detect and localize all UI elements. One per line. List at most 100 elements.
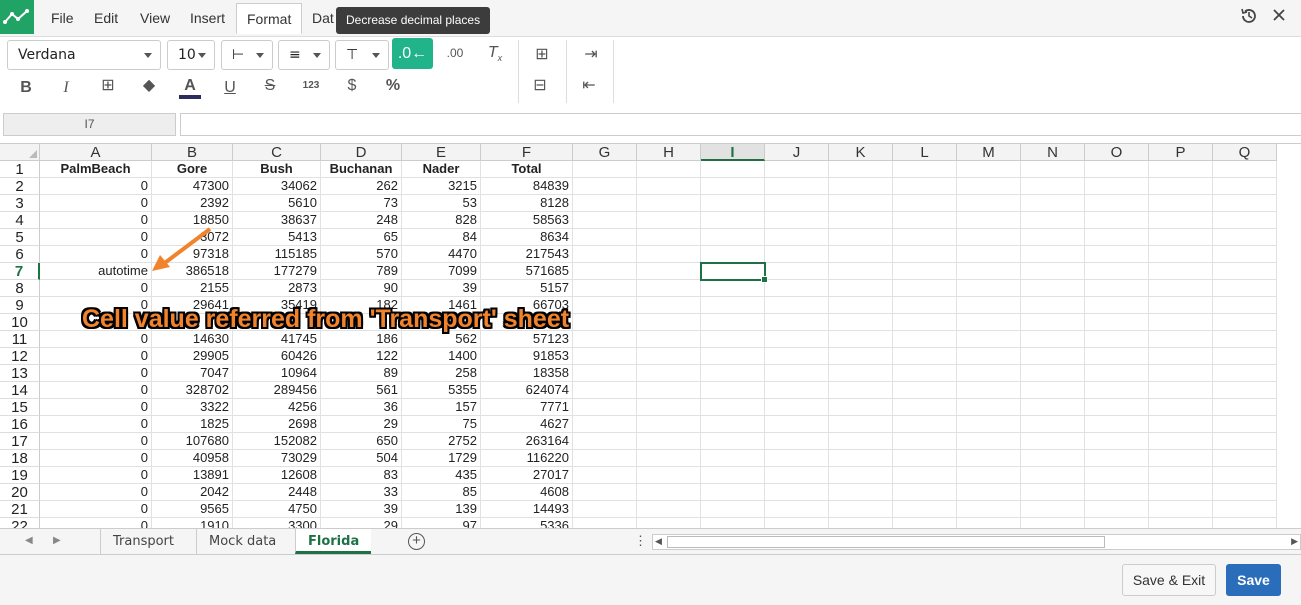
table-cell[interactable] (957, 331, 1021, 348)
vertical-align-select[interactable]: ⊤ (335, 40, 389, 70)
table-cell[interactable]: 38637 (233, 212, 321, 229)
table-cell[interactable] (637, 178, 701, 195)
table-cell[interactable]: 65 (321, 229, 402, 246)
table-cell[interactable] (1149, 280, 1213, 297)
history-icon[interactable] (1239, 7, 1259, 27)
table-cell[interactable]: 5157 (481, 280, 573, 297)
table-cell[interactable] (573, 416, 637, 433)
table-cell[interactable]: 0 (40, 450, 152, 467)
prev-sheet-icon[interactable]: ◀ (25, 535, 33, 546)
save-button[interactable]: Save (1226, 564, 1281, 596)
table-cell[interactable] (701, 467, 765, 484)
table-cell[interactable]: 263164 (481, 433, 573, 450)
bold-button[interactable]: B (11, 74, 41, 102)
table-cell[interactable] (1085, 382, 1149, 399)
table-cell[interactable] (1085, 280, 1149, 297)
borders-button[interactable]: ⊞ (93, 72, 123, 100)
row-header[interactable]: 4 (0, 212, 40, 229)
column-header[interactable]: Q (1213, 144, 1277, 161)
table-cell[interactable] (637, 501, 701, 518)
table-cell[interactable] (701, 382, 765, 399)
table-cell[interactable] (765, 501, 829, 518)
table-cell[interactable] (957, 263, 1021, 280)
table-cell[interactable] (573, 297, 637, 314)
table-cell[interactable] (893, 467, 957, 484)
table-cell[interactable] (1021, 297, 1085, 314)
table-cell[interactable] (893, 161, 957, 178)
table-cell[interactable] (765, 331, 829, 348)
row-header[interactable]: 9 (0, 297, 40, 314)
table-cell[interactable] (701, 484, 765, 501)
row-header[interactable]: 11 (0, 331, 40, 348)
table-cell[interactable] (829, 501, 893, 518)
table-cell[interactable] (1021, 314, 1085, 331)
table-cell[interactable]: 5413 (233, 229, 321, 246)
table-cell[interactable] (573, 501, 637, 518)
table-cell[interactable]: 7771 (481, 399, 573, 416)
table-cell[interactable] (1213, 331, 1277, 348)
table-cell[interactable] (1021, 195, 1085, 212)
table-cell[interactable] (1021, 263, 1085, 280)
table-cell[interactable] (573, 314, 637, 331)
row-header[interactable]: 22 (0, 518, 40, 528)
table-cell[interactable] (1213, 416, 1277, 433)
table-cell[interactable] (957, 297, 1021, 314)
column-header[interactable]: H (637, 144, 701, 161)
table-cell[interactable]: 13891 (152, 467, 233, 484)
table-cell[interactable] (893, 365, 957, 382)
table-cell[interactable] (1213, 382, 1277, 399)
table-cell[interactable] (957, 212, 1021, 229)
table-cell[interactable]: 0 (40, 212, 152, 229)
table-cell[interactable] (637, 450, 701, 467)
table-cell[interactable] (829, 280, 893, 297)
table-cell[interactable] (1213, 229, 1277, 246)
table-cell[interactable] (1213, 365, 1277, 382)
table-cell[interactable]: 262 (321, 178, 402, 195)
table-cell[interactable] (701, 297, 765, 314)
row-header[interactable]: 3 (0, 195, 40, 212)
table-cell[interactable]: 0 (40, 178, 152, 195)
table-cell[interactable] (1149, 297, 1213, 314)
table-cell[interactable]: 85 (402, 484, 481, 501)
table-cell[interactable] (893, 382, 957, 399)
table-cell[interactable]: 4256 (233, 399, 321, 416)
increase-decimal-button[interactable]: .00 (440, 39, 470, 67)
table-cell[interactable] (701, 501, 765, 518)
table-cell[interactable] (1213, 161, 1277, 178)
table-cell[interactable] (637, 263, 701, 280)
table-cell[interactable] (957, 416, 1021, 433)
table-cell[interactable]: 2155 (152, 280, 233, 297)
table-cell[interactable]: 115185 (233, 246, 321, 263)
table-cell[interactable] (701, 161, 765, 178)
table-cell[interactable]: 561 (321, 382, 402, 399)
table-cell[interactable]: 29 (321, 518, 402, 528)
font-family-select[interactable]: Verdana (7, 40, 161, 70)
italic-button[interactable]: I (51, 74, 81, 102)
table-cell[interactable] (1021, 229, 1085, 246)
table-cell[interactable]: PalmBeach (40, 161, 152, 178)
table-cell[interactable] (957, 484, 1021, 501)
table-cell[interactable]: 2752 (402, 433, 481, 450)
table-cell[interactable]: 10964 (233, 365, 321, 382)
column-header[interactable]: I (701, 144, 765, 161)
column-header[interactable]: L (893, 144, 957, 161)
table-cell[interactable]: 7047 (152, 365, 233, 382)
sheet-tab-mock-data[interactable]: Mock data (196, 529, 288, 554)
table-cell[interactable] (701, 518, 765, 528)
table-cell[interactable]: 1825 (152, 416, 233, 433)
table-cell[interactable] (1021, 467, 1085, 484)
column-header[interactable]: G (573, 144, 637, 161)
table-cell[interactable] (701, 314, 765, 331)
table-cell[interactable] (957, 399, 1021, 416)
text-align-select[interactable]: ≡ (278, 40, 330, 70)
name-box[interactable]: I7 (3, 113, 176, 136)
table-cell[interactable] (1085, 263, 1149, 280)
column-header[interactable]: K (829, 144, 893, 161)
table-cell[interactable] (1213, 280, 1277, 297)
table-cell[interactable] (957, 382, 1021, 399)
table-cell[interactable] (1149, 416, 1213, 433)
save-exit-button[interactable]: Save & Exit (1122, 564, 1216, 596)
close-icon[interactable] (1269, 7, 1289, 27)
table-cell[interactable] (893, 501, 957, 518)
table-cell[interactable]: 2042 (152, 484, 233, 501)
